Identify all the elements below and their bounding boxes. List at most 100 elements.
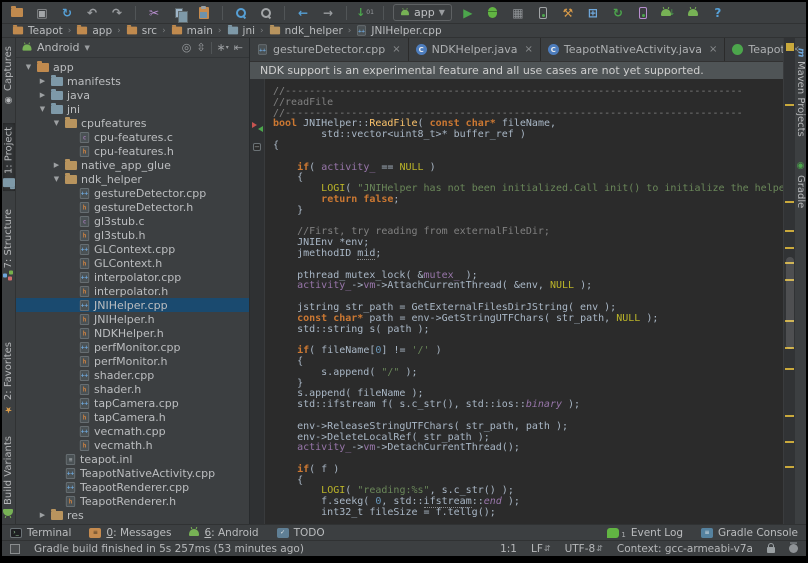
lock-icon[interactable] bbox=[767, 547, 775, 553]
tree-item[interactable]: hvecmath.h bbox=[16, 438, 249, 452]
tree-item[interactable]: hcpu-features.h bbox=[16, 144, 249, 158]
tool-strip-captures[interactable]: ◉Captures bbox=[3, 42, 14, 109]
close-icon[interactable]: × bbox=[709, 44, 717, 55]
help-icon[interactable]: ? bbox=[709, 5, 727, 21]
tree-item[interactable]: ▶manifests bbox=[16, 74, 249, 88]
tree-item[interactable]: hNDKHelper.h bbox=[16, 326, 249, 340]
changed-line-mark[interactable] bbox=[785, 104, 794, 106]
find-in-path-icon[interactable] bbox=[257, 5, 275, 21]
tree-item[interactable]: ++gestureDetector.cpp bbox=[16, 186, 249, 200]
tool-strip-gradle[interactable]: ◉Gradle bbox=[795, 157, 806, 212]
tree-item[interactable]: ▼ndk_helper bbox=[16, 172, 249, 186]
copy-icon[interactable] bbox=[170, 5, 188, 21]
update-project-info-icon[interactable]: ↓01 bbox=[356, 5, 374, 21]
tree-expand-icon[interactable]: ▶ bbox=[52, 161, 61, 169]
scrollbar-thumb[interactable] bbox=[786, 257, 794, 349]
editor-tab[interactable]: ++gestureDetector.cpp× bbox=[250, 38, 409, 61]
forward-icon[interactable]: → bbox=[319, 5, 337, 21]
editor-tab[interactable]: CTeapotNativeActivity.java× bbox=[541, 38, 726, 61]
close-icon[interactable]: × bbox=[392, 44, 400, 55]
tree-item[interactable]: ++TeapotNativeActivity.cpp bbox=[16, 466, 249, 480]
attach-debugger-icon[interactable] bbox=[534, 5, 552, 21]
tool-strip-build-variants[interactable]: Build Variants bbox=[3, 432, 14, 520]
breadcrumb-item[interactable]: ++JNIHelper.cpp bbox=[354, 24, 443, 37]
tree-item[interactable]: ++interpolator.cpp bbox=[16, 270, 249, 284]
tool-window-button-console[interactable]: ≡Gradle Console bbox=[701, 527, 798, 539]
tree-item[interactable]: ▼jni bbox=[16, 102, 249, 116]
tree-item[interactable]: hinterpolator.h bbox=[16, 284, 249, 298]
tool-strip-favorites[interactable]: ★2: Favorites bbox=[3, 338, 14, 418]
tree-item[interactable]: ccpu-features.c bbox=[16, 130, 249, 144]
tree-item[interactable]: hgestureDetector.h bbox=[16, 200, 249, 214]
changed-line-mark[interactable] bbox=[785, 201, 794, 203]
changed-line-mark[interactable] bbox=[785, 466, 794, 468]
tool-window-button-eventlog[interactable]: 1Event Log bbox=[607, 527, 683, 539]
changed-line-mark[interactable] bbox=[785, 415, 794, 417]
close-icon[interactable]: × bbox=[524, 44, 532, 55]
breadcrumb-item[interactable]: main bbox=[169, 25, 215, 37]
breadcrumb-item[interactable]: app bbox=[74, 25, 114, 37]
chevron-down-icon[interactable]: ▼ bbox=[85, 44, 90, 52]
highlighting-level-icon[interactable] bbox=[789, 544, 798, 553]
breadcrumb-item[interactable]: ndk_helper bbox=[267, 25, 345, 37]
tool-window-button-terminal[interactable]: ›_Terminal bbox=[10, 527, 71, 539]
breadcrumb-item[interactable]: src bbox=[124, 25, 159, 37]
paste-icon[interactable] bbox=[195, 5, 213, 21]
code-editor[interactable]: − //------------------------------------… bbox=[250, 79, 783, 524]
tree-expand-icon[interactable]: ▼ bbox=[24, 63, 33, 71]
cut-icon[interactable]: ✂ bbox=[145, 5, 163, 21]
gear-icon[interactable]: ∗▾ bbox=[217, 41, 229, 54]
tree-item[interactable]: ▶java bbox=[16, 88, 249, 102]
run-with-coverage-icon[interactable]: ▦ bbox=[509, 5, 527, 21]
tree-item[interactable]: ++TeapotRenderer.cpp bbox=[16, 480, 249, 494]
tool-window-button-android[interactable]: 6: Android bbox=[189, 527, 258, 539]
tree-expand-icon[interactable]: ▶ bbox=[38, 77, 47, 85]
tool-strip-structure[interactable]: 7: Structure bbox=[3, 205, 14, 284]
debug-icon[interactable] bbox=[484, 5, 502, 21]
project-structure-icon[interactable]: ⊞ bbox=[584, 5, 602, 21]
tool-strip-project[interactable]: 1: Project bbox=[3, 123, 15, 191]
caret-position[interactable]: 1:1 bbox=[500, 543, 517, 555]
run-icon[interactable]: ▶ bbox=[459, 5, 477, 21]
tree-item[interactable]: ++JNIHelper.cpp bbox=[16, 298, 249, 312]
settings-icon[interactable]: ⚒ bbox=[559, 5, 577, 21]
run-configuration[interactable]: app▼ bbox=[393, 4, 452, 21]
tool-strip-maven[interactable]: mMaven Projects bbox=[795, 44, 806, 141]
error-stripe-scrollbar[interactable] bbox=[783, 38, 795, 524]
encoding-selector[interactable]: UTF-8⇵ bbox=[565, 543, 603, 555]
toggle-tool-buttons-icon[interactable] bbox=[10, 544, 20, 554]
fold-marker-icon[interactable]: − bbox=[253, 143, 261, 151]
changed-line-mark[interactable] bbox=[785, 368, 794, 370]
changed-line-mark[interactable] bbox=[785, 441, 794, 443]
project-view-selector[interactable]: Android bbox=[37, 41, 80, 54]
tool-window-button-todo[interactable]: ✓TODO bbox=[277, 527, 325, 539]
find-icon[interactable] bbox=[232, 5, 250, 21]
breadcrumb-item[interactable]: Teapot bbox=[10, 25, 65, 37]
tree-expand-icon[interactable]: ▼ bbox=[38, 105, 47, 113]
tree-expand-icon[interactable]: ▼ bbox=[52, 175, 61, 183]
tree-item[interactable]: ++perfMonitor.cpp bbox=[16, 340, 249, 354]
tree-item[interactable]: hJNIHelper.h bbox=[16, 312, 249, 326]
tool-window-button-messages[interactable]: ≡0: Messages bbox=[89, 527, 171, 539]
back-icon[interactable]: ← bbox=[294, 5, 312, 21]
synchronize-icon[interactable]: ↻ bbox=[58, 5, 76, 21]
changed-line-mark[interactable] bbox=[785, 247, 794, 249]
tree-expand-icon[interactable]: ▶ bbox=[38, 511, 47, 519]
tree-expand-icon[interactable]: ▶ bbox=[38, 91, 47, 99]
build-context[interactable]: Context: gcc-armeabi-v7a bbox=[617, 543, 753, 555]
save-all-icon[interactable]: ▣ bbox=[33, 5, 51, 21]
gradle-sync-icon[interactable]: ↻ bbox=[609, 5, 627, 21]
open-icon[interactable] bbox=[8, 5, 26, 21]
tree-expand-icon[interactable]: ▼ bbox=[52, 119, 61, 127]
tree-item[interactable]: ++shader.cpp bbox=[16, 368, 249, 382]
undo-icon[interactable]: ↶ bbox=[83, 5, 101, 21]
tree-item[interactable]: hgl3stub.h bbox=[16, 228, 249, 242]
tree-item[interactable]: htapCamera.h bbox=[16, 410, 249, 424]
android-device-monitor-icon[interactable] bbox=[684, 5, 702, 21]
tree-item[interactable]: hGLContext.h bbox=[16, 256, 249, 270]
line-ending-selector[interactable]: LF⇵ bbox=[531, 543, 551, 555]
editor-tab[interactable]: CNDKHelper.java× bbox=[409, 38, 541, 61]
tree-item[interactable]: ▼app bbox=[16, 60, 249, 74]
tree-item[interactable]: ++GLContext.cpp bbox=[16, 242, 249, 256]
breadcrumb-item[interactable]: jni bbox=[225, 25, 258, 37]
